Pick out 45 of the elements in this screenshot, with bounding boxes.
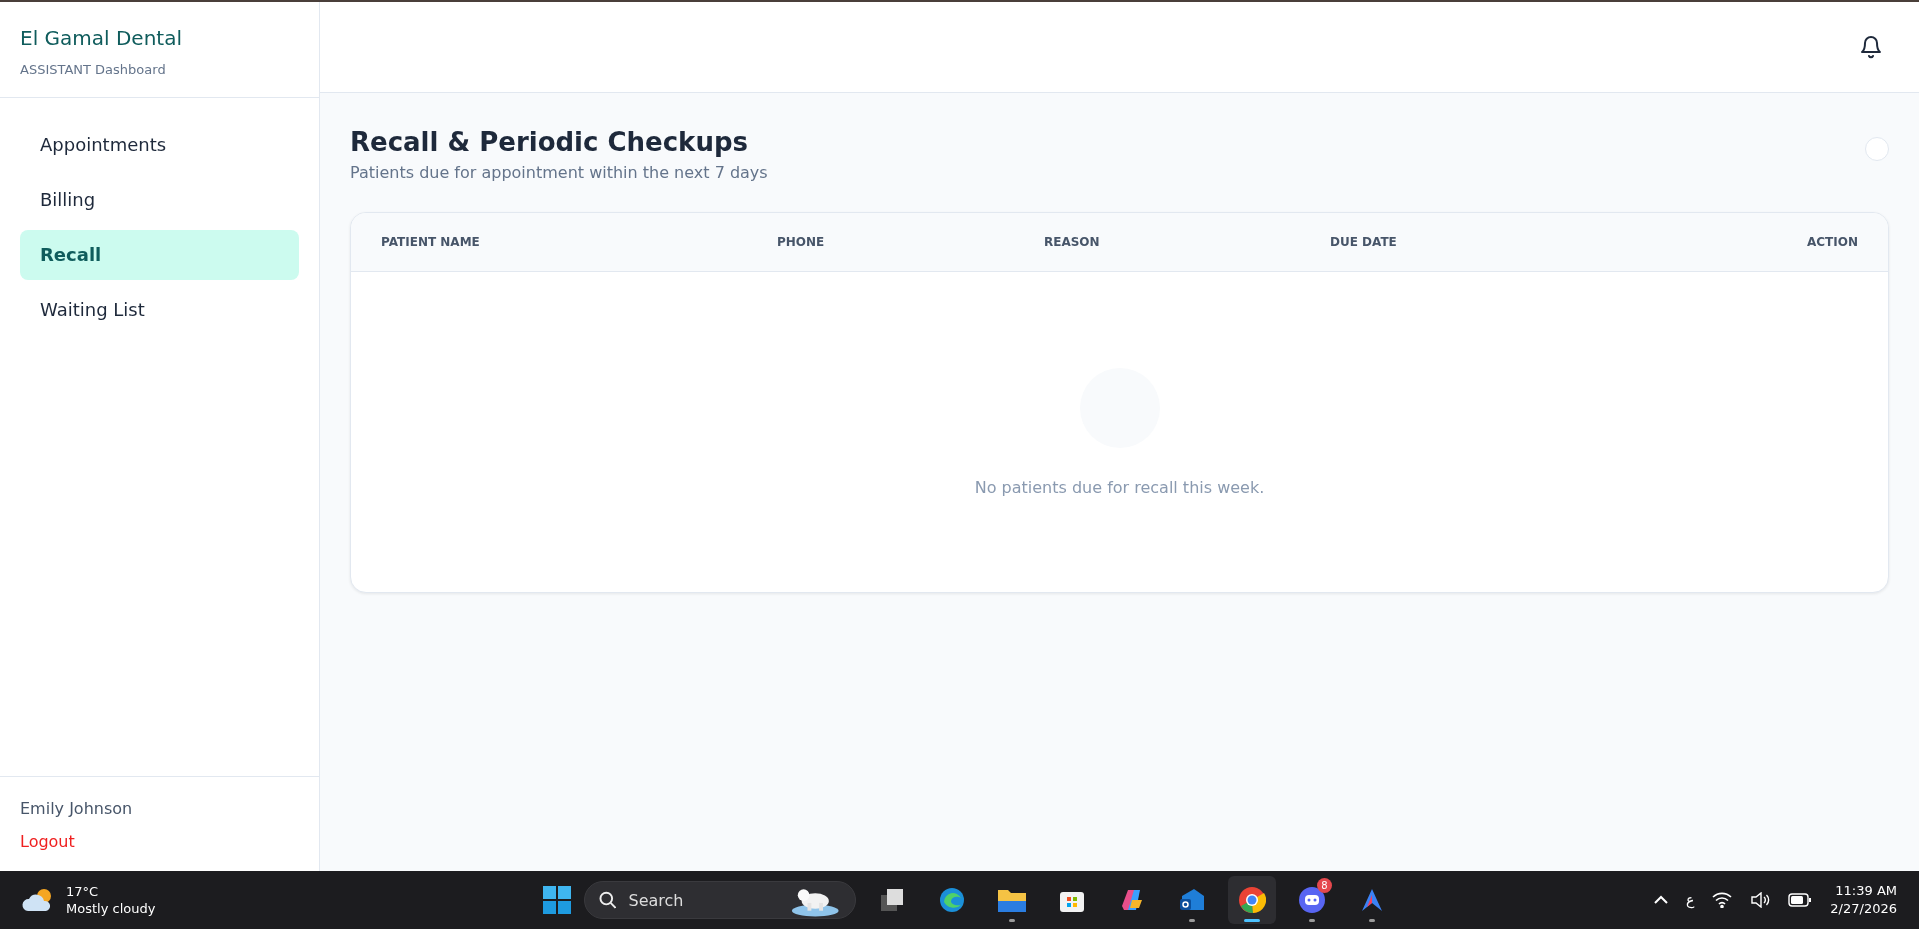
column-header: ACTION: [1806, 235, 1858, 249]
weather-condition: Mostly cloudy: [66, 900, 156, 917]
speaker-icon[interactable]: [1750, 892, 1771, 908]
windows-start-icon[interactable]: [542, 885, 572, 915]
running-indicator: [1369, 919, 1375, 922]
page-title: Recall & Periodic Checkups: [350, 127, 749, 157]
time: 11:39 AM: [1835, 882, 1897, 900]
column-header: PHONE: [777, 235, 826, 249]
dashboard-subtitle: ASSISTANT Dashboard: [20, 62, 167, 77]
wifi-icon[interactable]: [1712, 892, 1733, 908]
squares-icon: [879, 887, 905, 913]
battery-icon[interactable]: [1788, 893, 1813, 907]
notification-badge: 8: [1317, 878, 1332, 893]
page-subtitle: Patients due for appointment within the next 7 days: [350, 163, 768, 182]
bell-icon[interactable]: [1859, 34, 1883, 60]
running-indicator: [1189, 919, 1195, 922]
brand-name: El Gamal Dental: [20, 26, 183, 50]
browser-icon: [1238, 886, 1266, 914]
search-icon: [599, 891, 617, 909]
column-header: REASON: [1044, 235, 1101, 249]
running-indicator: [1309, 919, 1315, 922]
date: 2/27/2026: [1830, 900, 1897, 918]
column-header: DUE DATE: [1330, 235, 1398, 249]
nav-item[interactable]: Billing: [20, 175, 299, 225]
nav-item[interactable]: Appointments: [20, 120, 299, 170]
chevron-up-icon[interactable]: [1653, 895, 1668, 905]
swirl-icon: [938, 886, 966, 914]
running-indicator: [1009, 919, 1015, 922]
language-indicator[interactable]: ع: [1685, 892, 1695, 908]
search-bar[interactable]: Search: [584, 881, 856, 919]
taskbar-app[interactable]: [1228, 876, 1276, 924]
search-input[interactable]: Search: [626, 889, 781, 911]
temperature: 17°C: [66, 883, 100, 900]
column-header: PATIENT NAME: [381, 235, 481, 249]
taskbar-app[interactable]: 8: [1288, 876, 1336, 924]
running-indicator: [1244, 919, 1260, 922]
circle-icon: [1865, 137, 1889, 161]
folder-icon: [997, 887, 1027, 913]
empty-message: No patients due for recall this week.: [974, 477, 1265, 497]
user-name: Emily Johnson: [20, 799, 134, 818]
clock[interactable]: 11:39 AM 2/27/2026: [1830, 882, 1897, 918]
arrowhead-icon: [1359, 887, 1385, 913]
nav-item[interactable]: Waiting List: [20, 285, 299, 335]
logout-link[interactable]: Logout: [20, 832, 299, 851]
nav-item[interactable]: Recall: [20, 230, 299, 280]
